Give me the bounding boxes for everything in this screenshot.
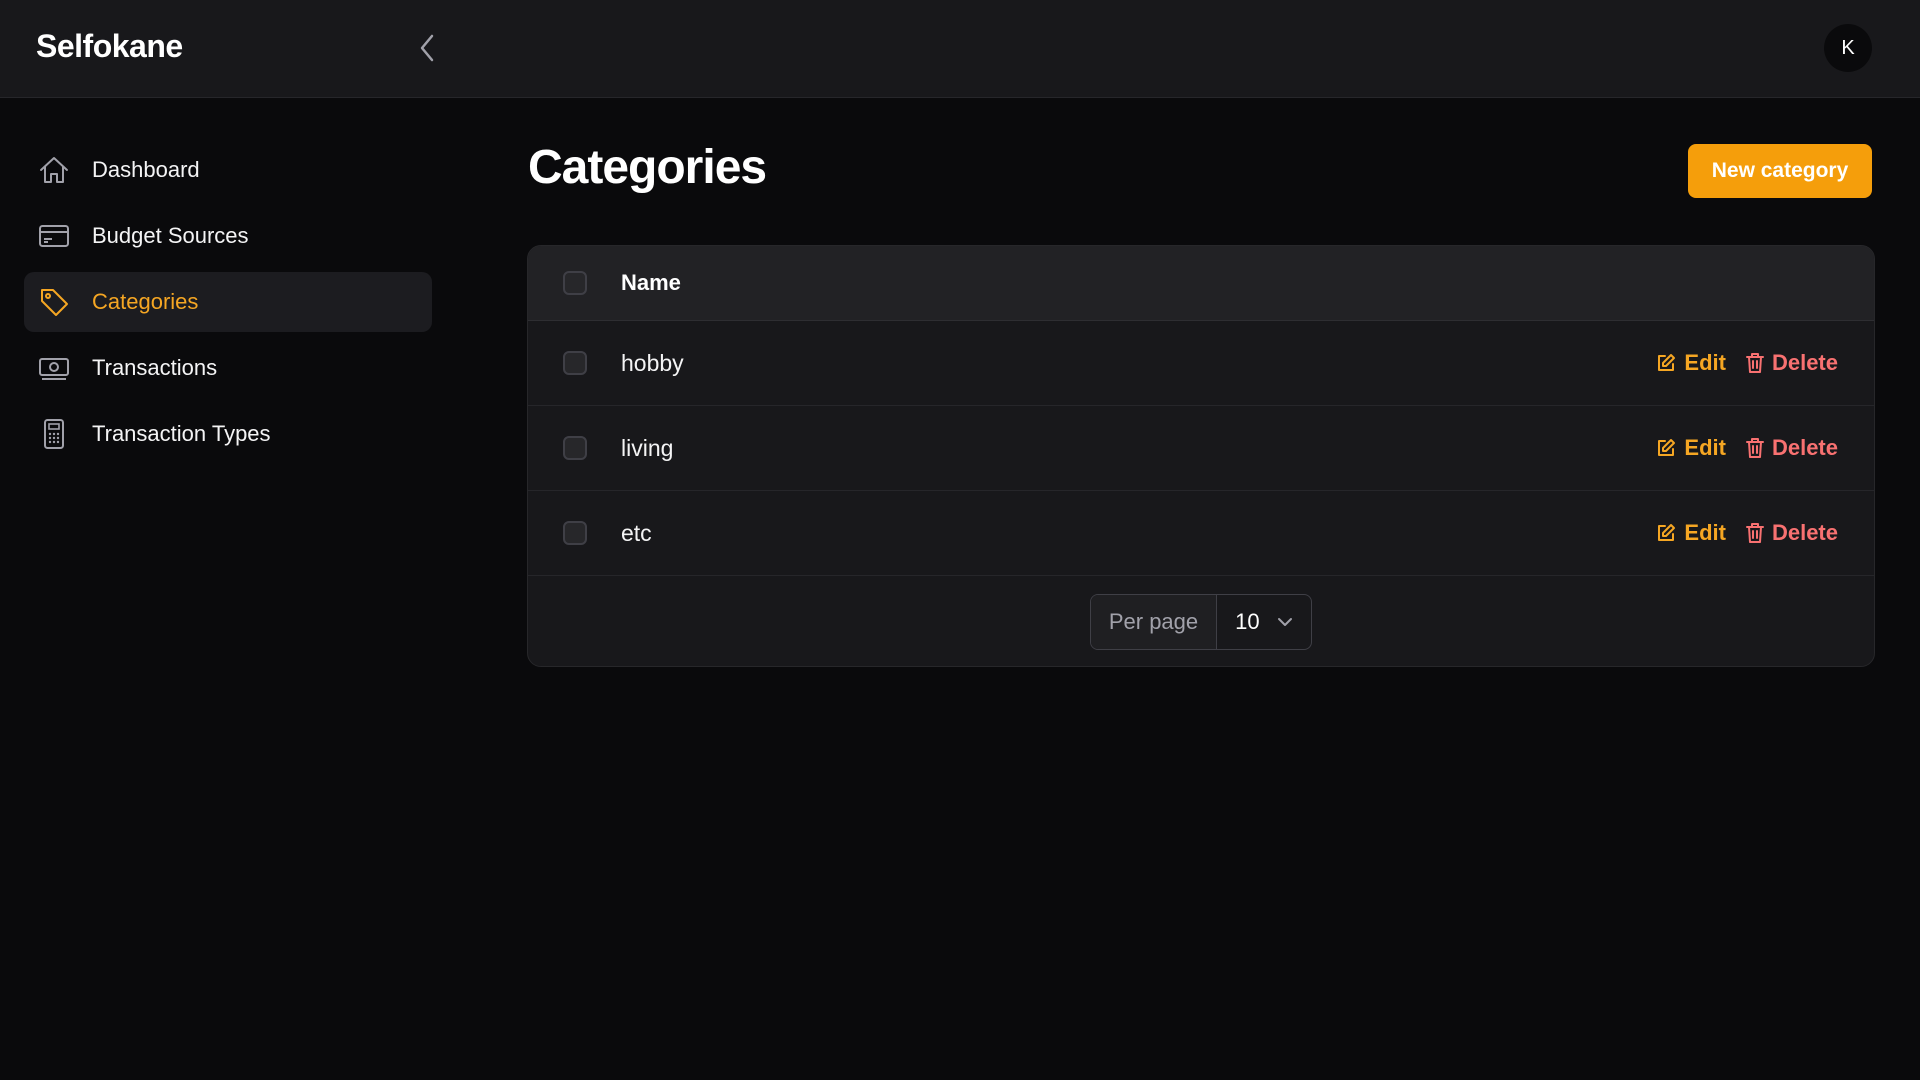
sidebar-item-label: Dashboard — [92, 157, 200, 182]
sidebar-item-label: Transactions — [92, 355, 218, 380]
trash-icon — [1745, 437, 1764, 459]
user-avatar[interactable]: K — [1824, 24, 1872, 72]
table-row: living Edit Delete — [528, 406, 1874, 491]
table-row: etc Edit Delete — [528, 491, 1874, 576]
calculator-icon — [38, 418, 70, 450]
banknote-icon — [38, 352, 70, 384]
chevron-left-icon — [420, 34, 434, 62]
sidebar-item-transaction-types[interactable]: Transaction Types — [24, 404, 432, 464]
category-name: etc — [621, 519, 652, 546]
table-header: Name — [528, 246, 1874, 321]
sidebar-item-dashboard[interactable]: Dashboard — [24, 140, 432, 200]
edit-button[interactable]: Edit — [1656, 435, 1726, 461]
pagination: Per page 10 — [528, 576, 1874, 666]
collapse-sidebar-button[interactable] — [410, 28, 444, 68]
sidebar-item-categories[interactable]: Categories — [24, 272, 432, 332]
page-title: Categories — [528, 141, 767, 194]
delete-label: Delete — [1771, 350, 1838, 375]
delete-label: Delete — [1771, 435, 1838, 460]
sidebar-item-label: Budget Sources — [92, 223, 249, 248]
sidebar-item-transactions[interactable]: Transactions — [24, 338, 432, 398]
edit-icon — [1656, 353, 1676, 373]
delete-button[interactable]: Delete — [1745, 520, 1838, 546]
per-page-value: 10 — [1235, 609, 1260, 634]
edit-label: Edit — [1684, 350, 1726, 375]
categories-table: Name hobby Edit Delete living Edit Delet… — [527, 245, 1875, 667]
credit-card-icon — [38, 220, 70, 252]
per-page-label: Per page — [1090, 595, 1218, 649]
sidebar-item-budget-sources[interactable]: Budget Sources — [24, 206, 432, 266]
delete-button[interactable]: Delete — [1745, 350, 1838, 376]
select-all-checkbox[interactable] — [563, 271, 587, 295]
edit-icon — [1656, 438, 1676, 458]
per-page-control: Per page 10 — [1089, 594, 1313, 650]
trash-icon — [1745, 352, 1764, 374]
row-checkbox[interactable] — [563, 436, 587, 460]
home-icon — [38, 154, 70, 186]
edit-icon — [1656, 523, 1676, 543]
row-actions: Edit Delete — [1656, 520, 1838, 546]
delete-button[interactable]: Delete — [1745, 435, 1838, 461]
table-row: hobby Edit Delete — [528, 321, 1874, 406]
row-checkbox[interactable] — [563, 351, 587, 375]
chevron-down-icon — [1278, 618, 1293, 626]
edit-button[interactable]: Edit — [1656, 520, 1726, 546]
column-header-name[interactable]: Name — [621, 270, 681, 296]
edit-label: Edit — [1684, 435, 1726, 460]
new-category-button[interactable]: New category — [1688, 144, 1872, 198]
edit-label: Edit — [1684, 520, 1726, 545]
edit-button[interactable]: Edit — [1656, 350, 1726, 376]
delete-label: Delete — [1771, 520, 1838, 545]
per-page-select[interactable]: 10 — [1217, 595, 1311, 649]
tag-icon — [38, 286, 70, 318]
row-checkbox[interactable] — [563, 521, 587, 545]
category-name: hobby — [621, 349, 684, 376]
top-bar: Selfokane K — [0, 0, 1920, 98]
row-actions: Edit Delete — [1656, 435, 1838, 461]
sidebar-item-label: Transaction Types — [92, 421, 271, 446]
brand-logo[interactable]: Selfokane — [36, 28, 183, 65]
sidebar-item-label: Categories — [92, 289, 199, 314]
category-name: living — [621, 434, 674, 461]
trash-icon — [1745, 522, 1764, 544]
sidebar-nav: Dashboard Budget Sources Categories Tran… — [24, 140, 432, 470]
row-actions: Edit Delete — [1656, 350, 1838, 376]
